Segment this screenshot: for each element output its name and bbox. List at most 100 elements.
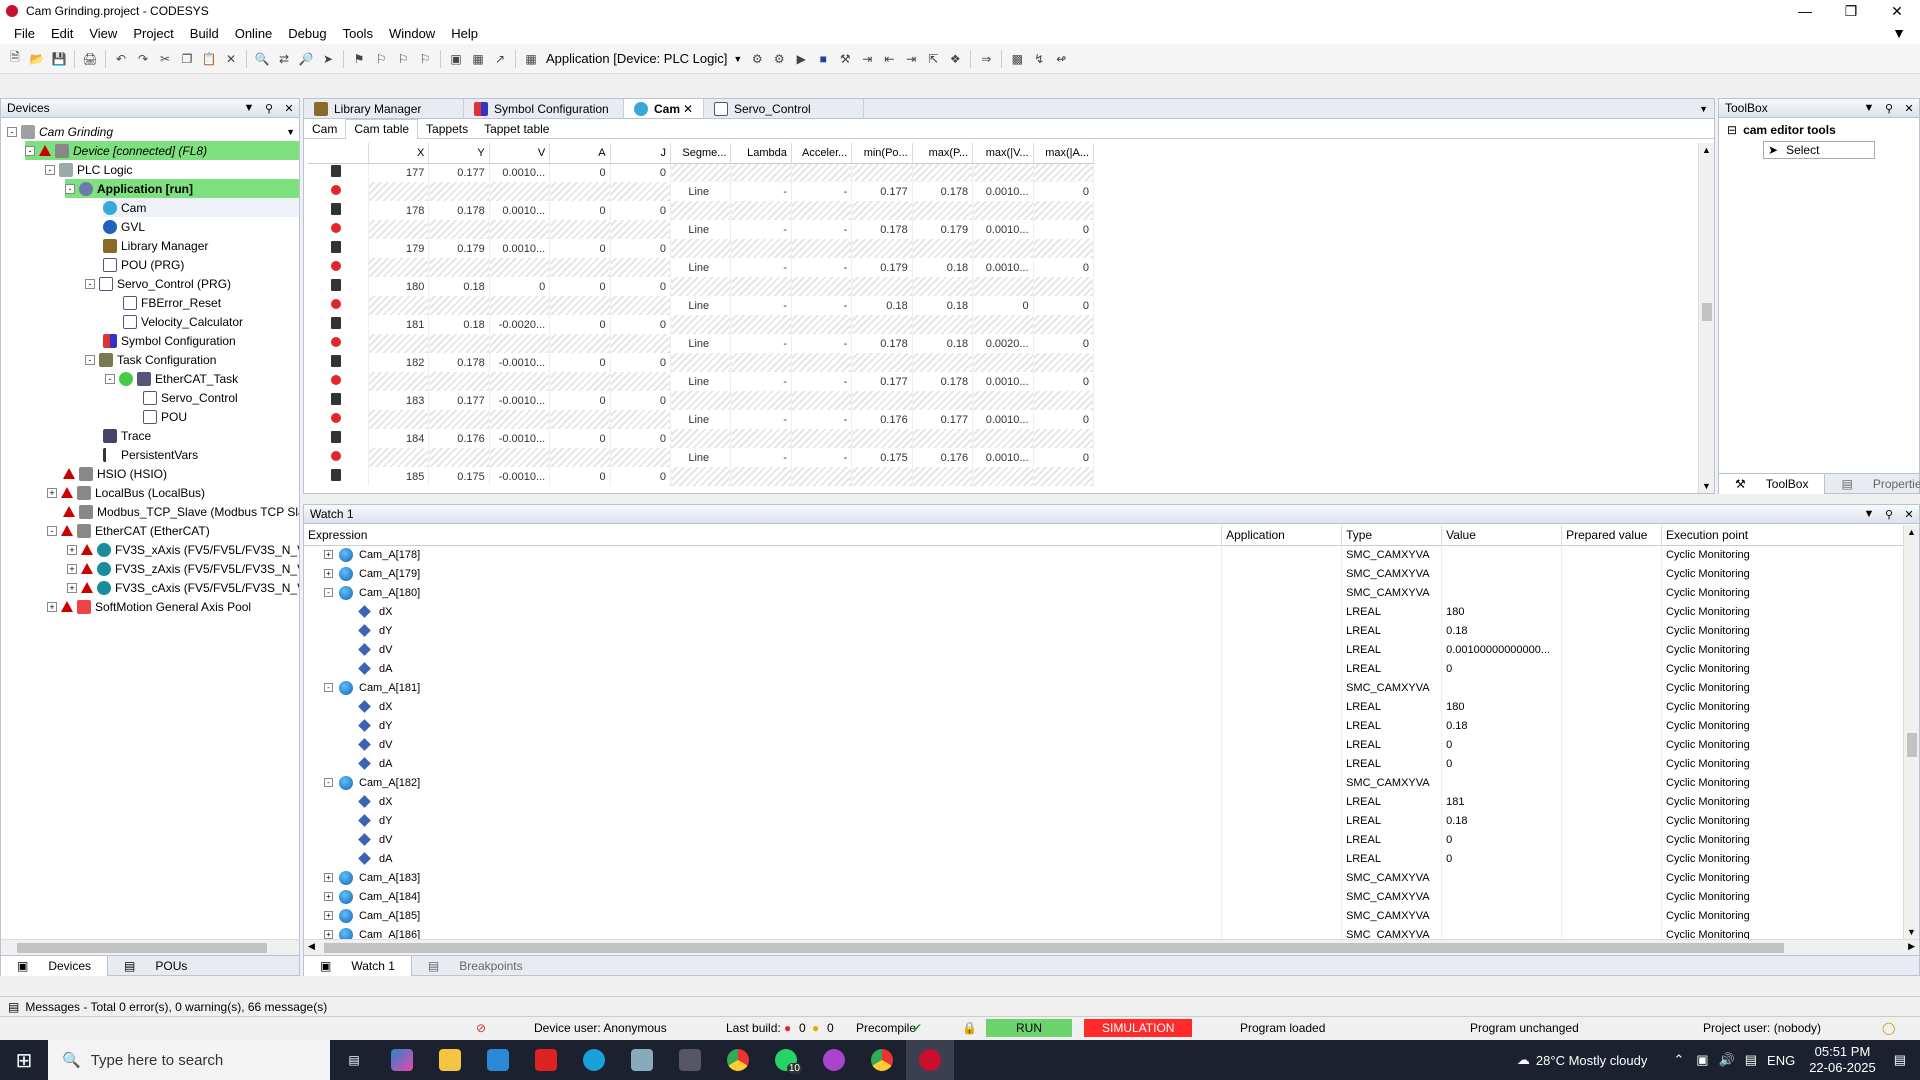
subtab-tappets[interactable]: Tappets [418,119,476,139]
cam-cell[interactable]: 0 [610,277,672,296]
tab-watch-1[interactable]: ▣ Watch 1 [304,955,412,976]
cam-cell[interactable]: 0.18 [428,277,490,296]
segment-marker-icon[interactable] [330,451,341,461]
segment-marker-icon[interactable] [330,185,341,195]
cam-segment-row[interactable]: Line - -0.177 0.178 0.0010... 0 [308,372,1095,391]
cam-cell[interactable] [549,220,611,239]
cam-segment-row[interactable]: Line - -0.175 0.176 0.0010... 0 [308,448,1095,467]
execution-point-cell[interactable]: Cyclic Monitoring [1661,583,1904,602]
subtab-cam[interactable]: Cam [304,119,345,139]
tree-item-hsio[interactable]: HSIO (HSIO) [63,464,167,483]
cam-cell[interactable]: 0.179 [912,220,974,239]
prepared-value-cell[interactable] [1561,811,1663,830]
expression-cell[interactable]: dA [304,754,1223,773]
value-cell[interactable] [1441,906,1563,925]
print-icon[interactable]: 🖨 [81,50,99,68]
expand-icon[interactable]: + [67,582,77,593]
prepared-value-cell[interactable] [1561,583,1663,602]
prepared-value-cell[interactable] [1561,659,1663,678]
tab-properties[interactable]: ▤ Properties [1825,477,1920,491]
solidworks-icon[interactable] [522,1040,570,1080]
value-cell[interactable]: 0 [1441,659,1563,678]
menu-tools[interactable]: Tools [335,26,381,41]
cam-cell[interactable]: 0.176 [912,448,974,467]
prepared-value-cell[interactable] [1561,640,1663,659]
execution-point-cell[interactable]: Cyclic Monitoring [1661,868,1904,887]
cam-cell[interactable] [1033,391,1095,410]
cam-cell[interactable]: 0 [610,429,672,448]
row-action-cell[interactable] [308,467,369,486]
cam-cell[interactable] [851,201,913,220]
tab-breakpoints[interactable]: ▤ Breakpoints [412,959,539,973]
cam-cell[interactable] [368,296,430,315]
watch-field-row[interactable]: dX LREAL 181 Cyclic Monitoring [304,792,1904,811]
cam-cell[interactable] [851,315,913,334]
application-cell[interactable] [1221,564,1343,583]
segment-marker-icon[interactable] [330,299,341,309]
menu-help[interactable]: Help [443,26,486,41]
application-cell[interactable] [1221,887,1343,906]
cam-cell[interactable]: 0 [489,277,551,296]
value-cell[interactable]: 0.18 [1441,621,1563,640]
lock-icon[interactable]: 🔒 [962,1021,977,1035]
tree-item-ethercat[interactable]: - EtherCAT (EtherCAT) [47,521,210,540]
expression-cell[interactable]: dA [304,659,1223,678]
cam-cell[interactable]: -0.0010... [489,429,551,448]
panel-menu-icon[interactable]: ▼ [239,102,259,115]
tree-item-pou[interactable]: POU (PRG) [103,255,184,274]
collapse-icon[interactable]: - [324,588,333,597]
delete-point-icon[interactable] [330,241,341,253]
cam-cell[interactable]: 0 [1033,334,1095,353]
type-cell[interactable]: LREAL [1341,811,1443,830]
expression-cell[interactable]: + Cam_A[179] [304,564,1223,583]
cam-cell[interactable] [670,201,732,220]
type-cell[interactable]: LREAL [1341,621,1443,640]
row-action-cell[interactable] [308,429,369,448]
cam-cell[interactable]: 177 [368,163,430,182]
prepared-value-cell[interactable] [1561,564,1663,583]
collapse-icon[interactable]: - [324,778,333,787]
cam-point-row[interactable]: 179 0.179 0.0010... 0 0 [308,239,1095,258]
watch-column-header[interactable]: Value [1441,525,1563,546]
cam-cell[interactable]: - [730,296,792,315]
cam-cell[interactable]: 0.176 [428,429,490,448]
file-explorer-icon[interactable] [426,1040,474,1080]
subtab-tappet-table[interactable]: Tappet table [476,119,557,139]
cam-cell[interactable]: Line [670,182,732,201]
cam-cell[interactable]: -0.0010... [489,391,551,410]
cam-column-header[interactable]: max(|V... [972,143,1034,164]
logout-icon[interactable]: ⚙ [770,50,788,68]
cam-point-row[interactable]: 184 0.176 -0.0010... 0 0 [308,429,1095,448]
copy-icon[interactable]: ❐ [178,50,196,68]
network-icon[interactable]: ▤ [1745,1052,1757,1068]
tree-item-ethercat-task[interactable]: - EtherCAT_Task [105,369,238,388]
window-icon[interactable]: ▣ [447,50,465,68]
application-cell[interactable] [1221,640,1343,659]
tree-item-task-pou[interactable]: POU [143,407,187,426]
shield-icon[interactable]: ◯ [1882,1021,1895,1035]
execution-point-cell[interactable]: Cyclic Monitoring [1661,602,1904,621]
application-cell[interactable] [1221,583,1343,602]
cam-cell[interactable]: 0 [549,277,611,296]
cam-cell[interactable] [1033,429,1095,448]
cam-cell[interactable]: Line [670,334,732,353]
row-action-cell[interactable] [308,182,369,201]
find-next-icon[interactable]: ➤ [319,50,337,68]
scroll-left-icon[interactable]: ◀ [308,941,315,952]
filter-icon[interactable]: ▼ [1892,25,1906,41]
cam-cell[interactable]: 0.18 [912,258,974,277]
cam-cell[interactable] [428,372,490,391]
bookmark-prev-icon[interactable]: ⚐ [372,50,390,68]
cam-cell[interactable]: 0.176 [851,410,913,429]
cam-cell[interactable]: 0.0010... [972,448,1034,467]
cam-point-row[interactable]: 181 0.18 -0.0020... 0 0 [308,315,1095,334]
maximize-icon[interactable]: ❐ [1828,0,1874,22]
cam-cell[interactable] [670,391,732,410]
cam-cell[interactable] [912,353,974,372]
menu-edit[interactable]: Edit [43,26,81,41]
execution-point-cell[interactable]: Cyclic Monitoring [1661,659,1904,678]
cam-cell[interactable]: 0 [549,315,611,334]
watch-struct-row[interactable]: - Cam_A[180] SMC_CAMXYVA Cyclic Monitoring [304,583,1904,602]
cam-cell[interactable]: 0 [1033,182,1095,201]
pin-icon[interactable]: ⚲ [1879,508,1899,521]
